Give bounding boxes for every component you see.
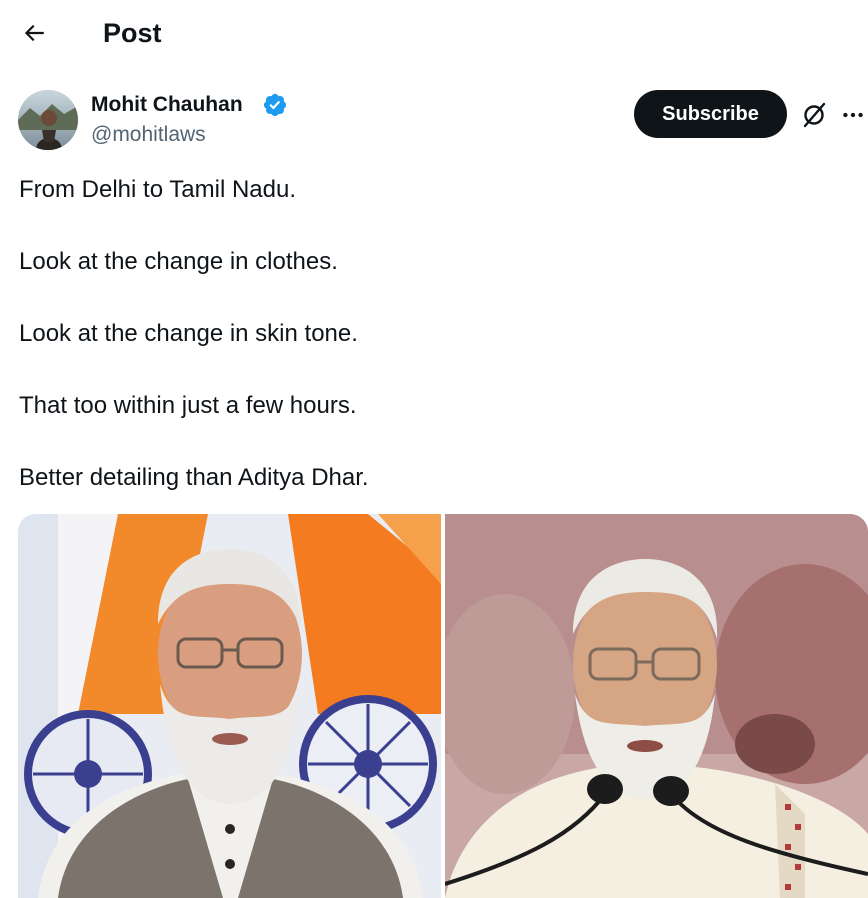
post-line: That too within just a few hours. (19, 392, 357, 419)
post-line: From Delhi to Tamil Nadu. (19, 176, 296, 203)
post-line: Better detailing than Aditya Dhar. (19, 464, 369, 491)
post-text: From Delhi to Tamil Nadu. Look at the ch… (19, 172, 839, 532)
avatar-photo (18, 90, 78, 150)
media-image-left[interactable] (18, 514, 441, 898)
post-line: Look at the change in skin tone. (19, 320, 358, 347)
post-media (18, 514, 868, 898)
back-button[interactable] (14, 13, 54, 53)
page-title: Post (103, 18, 162, 48)
grok-icon (803, 102, 826, 128)
grok-button[interactable] (797, 98, 831, 132)
subscribe-button[interactable]: Subscribe (634, 90, 787, 138)
avatar[interactable] (18, 90, 78, 150)
author-display-name[interactable]: Mohit Chauhan (91, 92, 243, 118)
post-line: Look at the change in clothes. (19, 248, 338, 275)
author-handle[interactable]: @mohitlaws (91, 122, 206, 148)
verified-badge-icon (263, 93, 287, 117)
media-image-right[interactable] (445, 514, 868, 898)
post-header: Post (0, 0, 868, 66)
author-row: Mohit Chauhan @mohitlaws Subscribe (0, 86, 868, 156)
more-horizontal-icon (843, 112, 863, 118)
arrow-left-icon (24, 24, 44, 42)
more-options-button[interactable] (838, 98, 868, 132)
